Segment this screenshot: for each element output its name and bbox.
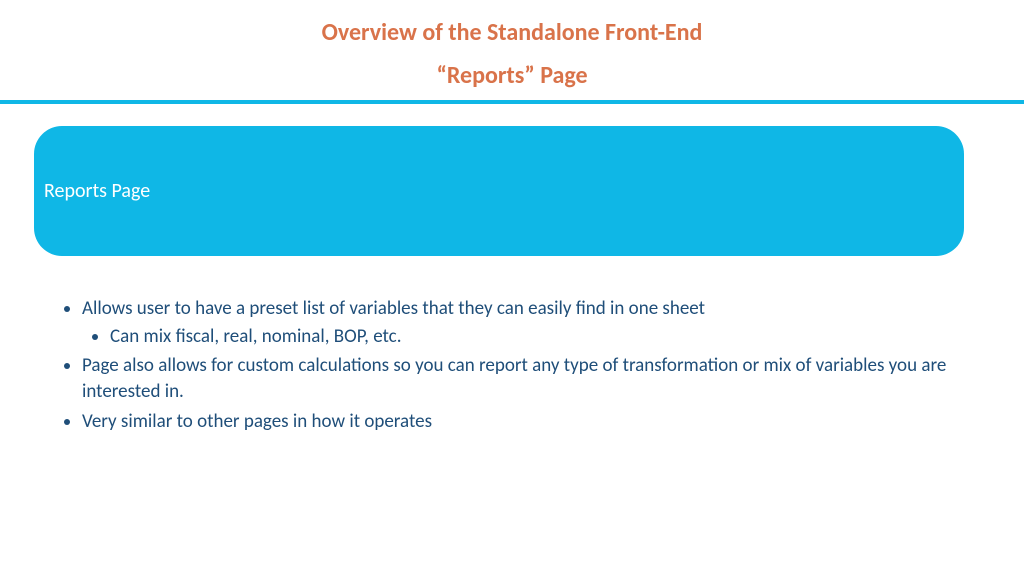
bullet-list: Allows user to have a preset list of var… [58,296,984,434]
bullet-text: Allows user to have a preset list of var… [82,297,705,320]
sub-list: Can mix fiscal, real, nominal, BOP, etc. [82,324,984,350]
reports-panel: Reports Page [34,126,964,256]
list-item: Can mix fiscal, real, nominal, BOP, etc. [110,324,984,350]
page-subtitle: “Reports” Page [0,47,1024,100]
horizontal-divider [0,100,1024,104]
page-title: Overview of the Standalone Front-End [0,0,1024,47]
bullet-text: Page also allows for custom calculations… [82,354,946,403]
list-item: Allows user to have a preset list of var… [82,296,984,349]
bullet-text: Very similar to other pages in how it op… [82,410,432,433]
list-item: Very similar to other pages in how it op… [82,409,984,435]
content-area: Allows user to have a preset list of var… [58,296,984,434]
list-item: Page also allows for custom calculations… [82,353,984,404]
panel-label: Reports Page [44,179,150,203]
bullet-text: Can mix fiscal, real, nominal, BOP, etc. [110,325,402,348]
